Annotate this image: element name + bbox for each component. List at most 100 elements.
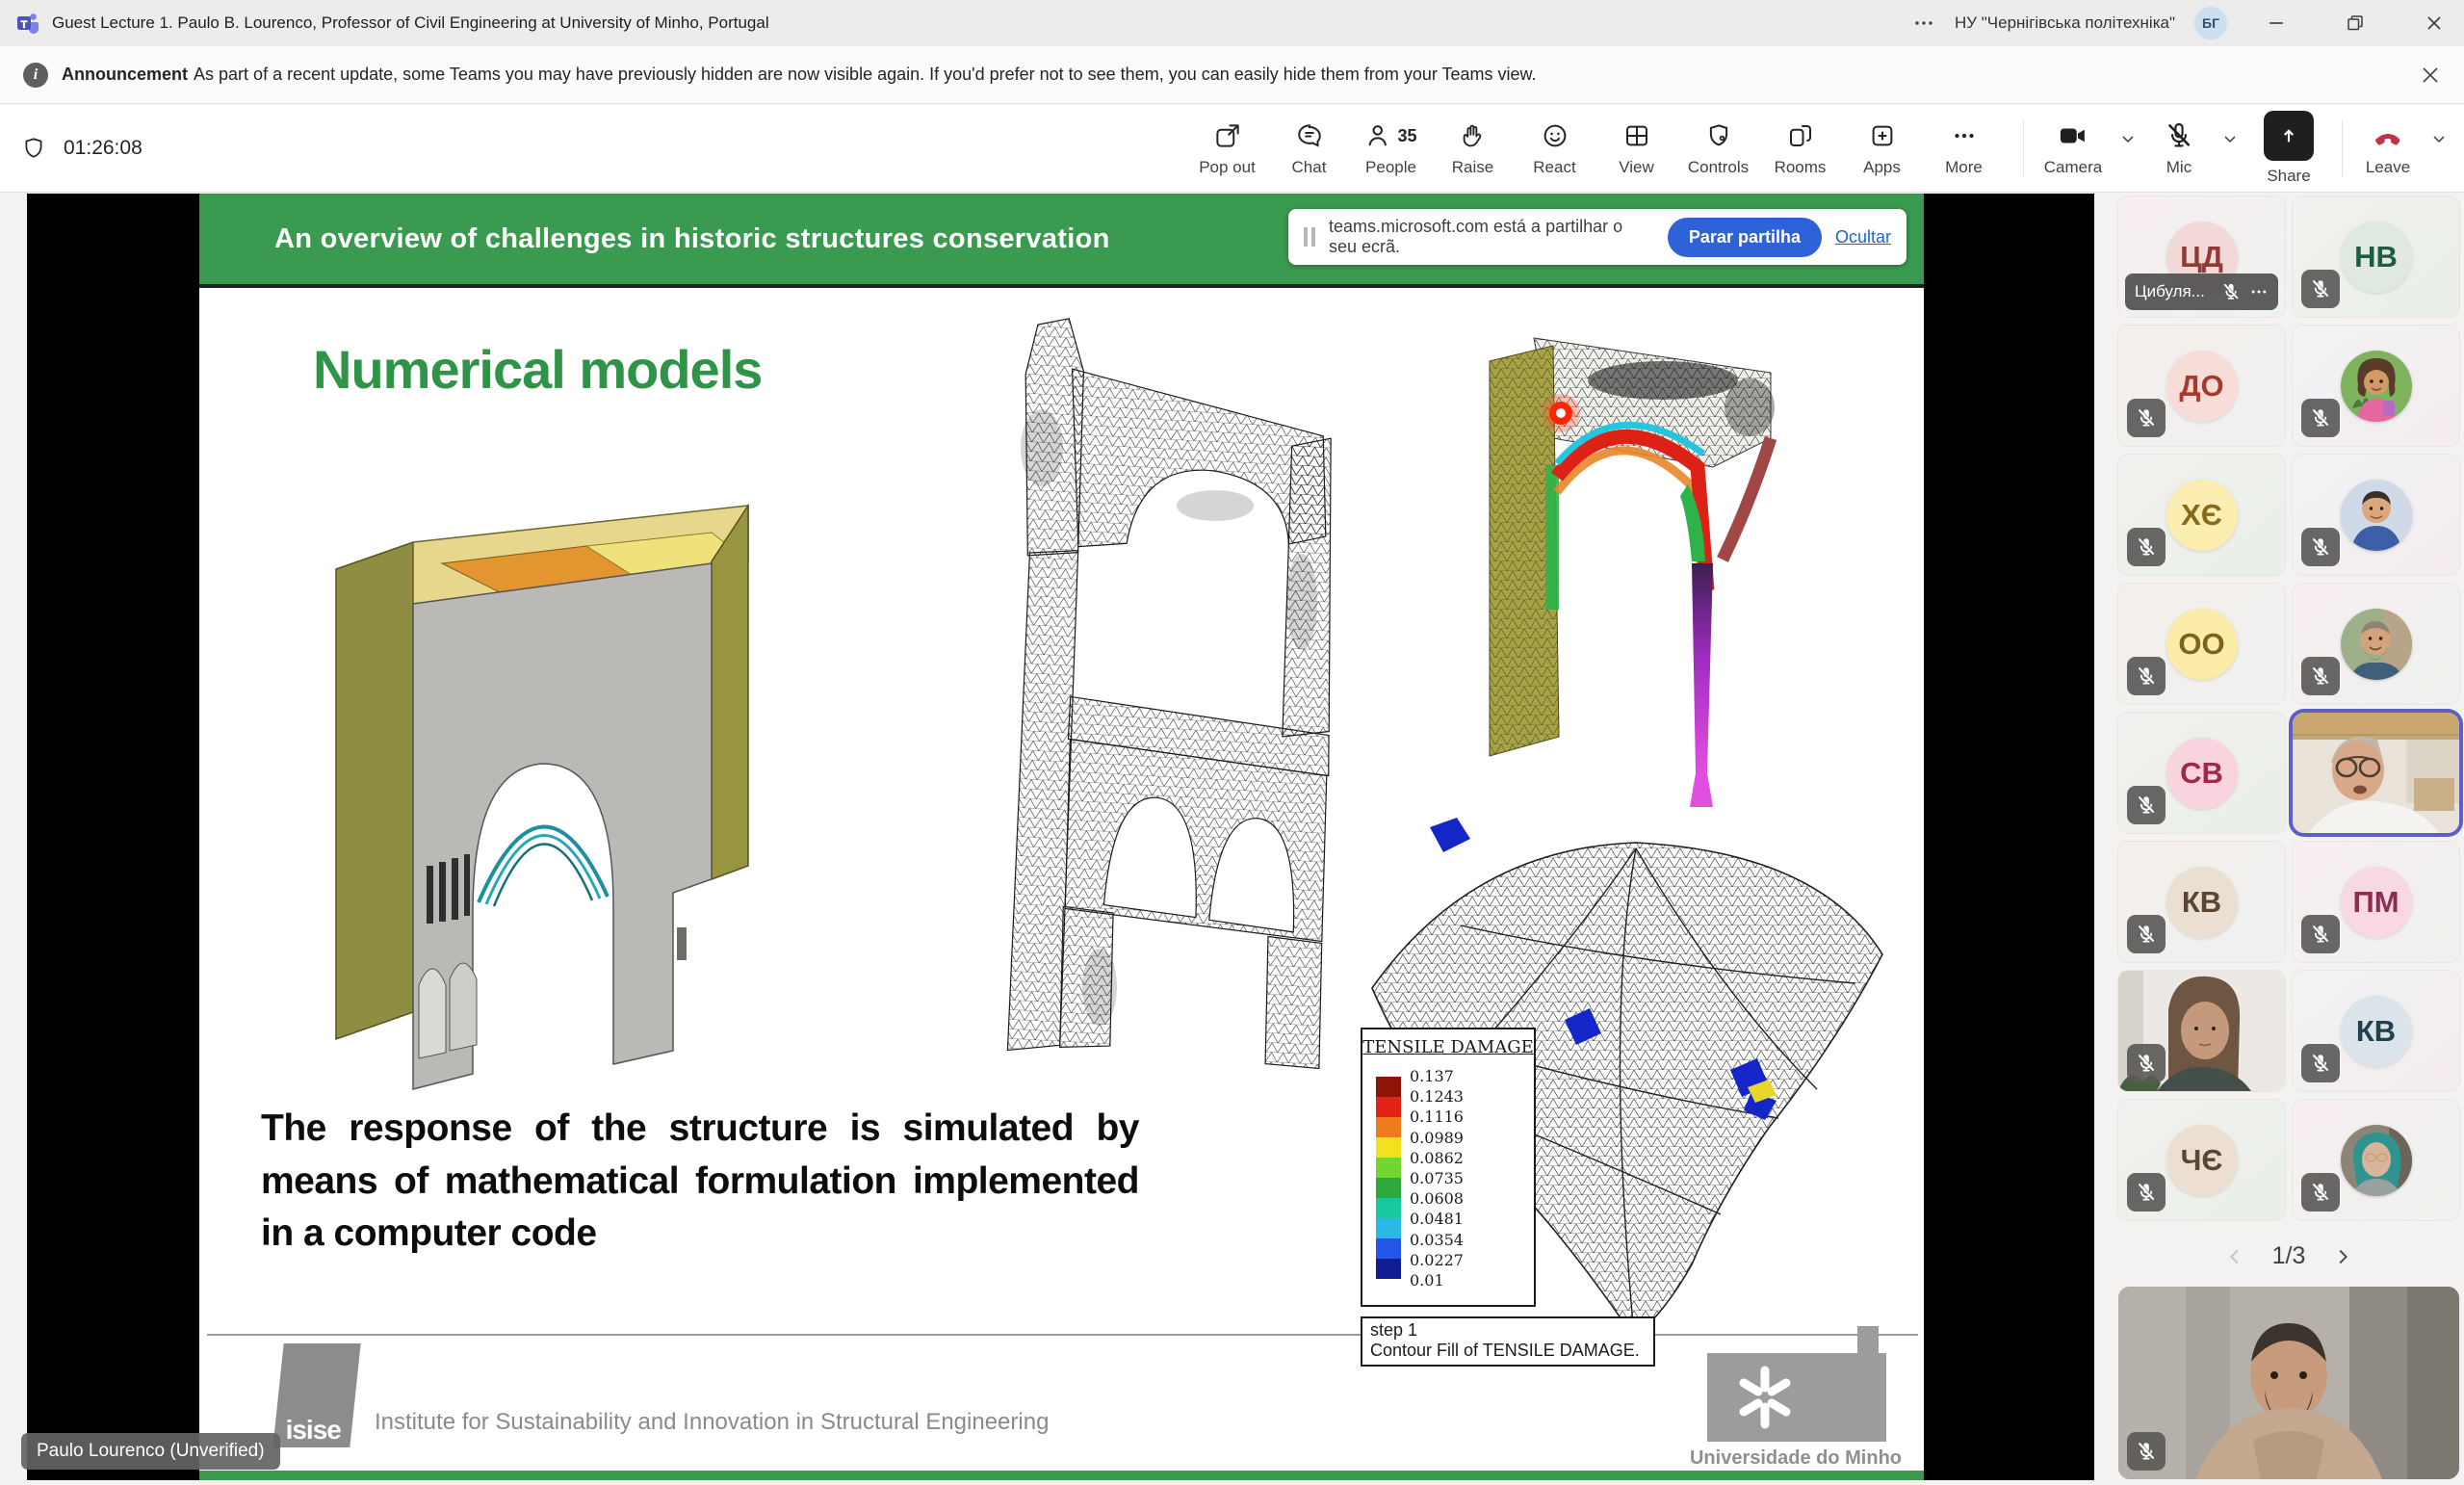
fem-stress-arch-image xyxy=(1461,321,1811,821)
announcement-text: As part of a recent update, some Teams y… xyxy=(194,65,1537,84)
page-next-chevron[interactable] xyxy=(2332,1246,2353,1267)
participant-tile[interactable] xyxy=(2293,455,2459,575)
participant-tile[interactable]: ПМ xyxy=(2293,842,2459,962)
view-button[interactable]: View xyxy=(1595,108,1677,189)
participant-tile[interactable]: ЦД Цибуля... xyxy=(2118,196,2285,317)
fem-mesh-facade-image xyxy=(926,313,1346,1074)
participant-tile[interactable]: КВ xyxy=(2118,842,2285,962)
plot-caption: step 1 Contour Fill of TENSILE DAMAGE. xyxy=(1361,1316,1655,1367)
participant-initials-avatar: ОО xyxy=(2166,609,2238,680)
leave-button[interactable]: Leave xyxy=(2354,108,2422,189)
screen-share-banner: teams.microsoft.com está a partilhar o s… xyxy=(1288,209,1906,265)
hide-banner-link[interactable]: Ocultar xyxy=(1835,227,1891,248)
controls-shield-gear-icon xyxy=(1704,119,1733,152)
tile-more-icon[interactable] xyxy=(2249,282,2269,301)
people-button[interactable]: 35 People xyxy=(1350,108,1432,189)
camera-options-chevron[interactable] xyxy=(2111,123,2145,154)
view-grid-icon xyxy=(1622,119,1651,152)
meeting-toolbar: 01:26:08 Pop out Chat xyxy=(0,105,2464,193)
participant-initials-avatar: СВ xyxy=(2166,738,2238,809)
pop-out-button[interactable]: Pop out xyxy=(1186,108,1268,189)
raise-hand-button[interactable]: Raise xyxy=(1432,108,1514,189)
drag-handle-icon[interactable] xyxy=(1304,227,1315,247)
share-button[interactable]: Share xyxy=(2247,108,2330,189)
participant-name-overlay: Цибуля... xyxy=(2125,274,2278,310)
gallery-pagination: 1/3 xyxy=(2118,1242,2459,1270)
participant-initials-avatar: КВ xyxy=(2166,867,2238,938)
more-dots-icon xyxy=(1950,119,1979,152)
participant-tile[interactable]: ХЄ xyxy=(2118,455,2285,575)
mic-off-badge xyxy=(2127,1432,2166,1471)
toolbar-divider xyxy=(2023,120,2024,176)
participant-tile[interactable]: ЧЄ xyxy=(2118,1100,2285,1220)
share-banner-text: teams.microsoft.com está a partilhar o s… xyxy=(1329,217,1654,257)
rooms-button[interactable]: Rooms xyxy=(1759,108,1841,189)
react-button[interactable]: React xyxy=(1514,108,1595,189)
mic-muted-icon xyxy=(2164,119,2194,152)
controls-button[interactable]: Controls xyxy=(1677,108,1759,189)
presentation-slide: An overview of challenges in historic st… xyxy=(199,194,1924,1480)
account-avatar[interactable]: БГ xyxy=(2194,7,2227,39)
legend-color-bar xyxy=(1376,1077,1401,1290)
organization-name[interactable]: НУ "Чернігівська політехніка" xyxy=(1955,13,2175,33)
apps-plus-icon xyxy=(1868,119,1897,152)
toolbar-divider xyxy=(2342,120,2343,176)
close-window-button[interactable] xyxy=(2404,0,2464,46)
page-previous-chevron[interactable] xyxy=(2224,1246,2245,1267)
participant-tile[interactable] xyxy=(2293,584,2459,704)
mic-off-badge xyxy=(2127,786,2166,824)
mic-button[interactable]: Mic xyxy=(2145,108,2213,189)
legend-values: 0.1370.1243 0.11160.0989 0.08620.0735 0.… xyxy=(1410,1067,1464,1290)
participant-tile[interactable]: СВ xyxy=(2118,713,2285,833)
teams-app-icon xyxy=(15,11,40,36)
uminho-label: Universidade do Minho xyxy=(1671,1447,1921,1470)
mic-off-badge xyxy=(2301,528,2340,566)
camera-button[interactable]: Camera xyxy=(2036,108,2111,189)
mic-off-badge xyxy=(2301,915,2340,953)
participant-tile[interactable] xyxy=(2293,1100,2459,1220)
leave-options-chevron[interactable] xyxy=(2422,123,2456,154)
rooms-icon xyxy=(1786,119,1815,152)
participant-tile[interactable] xyxy=(2293,326,2459,446)
participant-tile[interactable]: ДО xyxy=(2118,326,2285,446)
minimize-button[interactable] xyxy=(2246,0,2306,46)
bearded-man-avatar xyxy=(2341,609,2412,680)
meeting-timer: 01:26:08 xyxy=(21,105,143,192)
window-title: Guest Lecture 1. Paulo B. Lourenco, Prof… xyxy=(52,13,769,33)
mic-options-chevron[interactable] xyxy=(2213,123,2247,154)
institute-footer-text: Institute for Sustainability and Innovat… xyxy=(375,1409,1049,1436)
self-view-tile[interactable] xyxy=(2118,1287,2459,1479)
participant-tile[interactable]: НВ xyxy=(2293,196,2459,317)
presenter-name-label: Paulo Lourenco (Unverified) xyxy=(21,1433,280,1470)
participants-sidebar: ЦД Цибуля... НВ ДО xyxy=(2118,196,2459,1485)
apps-button[interactable]: Apps xyxy=(1841,108,1923,189)
announcement-close-icon[interactable] xyxy=(2420,65,2441,86)
mic-off-badge xyxy=(2127,657,2166,695)
shared-screen-stage: An overview of challenges in historic st… xyxy=(27,194,2094,1480)
chat-icon xyxy=(1295,119,1324,152)
announcement-banner: i Announcement As part of a recent updat… xyxy=(0,46,2464,104)
people-icon xyxy=(1364,121,1393,150)
mic-off-badge xyxy=(2127,1173,2166,1211)
raise-hand-icon xyxy=(1459,119,1488,152)
titlebar-more-icon[interactable] xyxy=(1912,12,1935,35)
mic-off-badge xyxy=(2301,1044,2340,1082)
man-portrait-avatar xyxy=(2341,480,2412,551)
participant-initials-avatar: КВ xyxy=(2341,996,2412,1067)
active-speaker-tile[interactable] xyxy=(2293,713,2459,833)
restore-button[interactable] xyxy=(2325,0,2385,46)
participant-initials-avatar: ПМ xyxy=(2341,867,2412,938)
participant-name: Цибуля... xyxy=(2135,282,2213,301)
participant-tile[interactable]: ОО xyxy=(2118,584,2285,704)
mic-off-badge xyxy=(2127,399,2166,437)
slide-body-text: The response of the structure is simulat… xyxy=(261,1103,1139,1261)
chat-button[interactable]: Chat xyxy=(1268,108,1350,189)
share-icon xyxy=(2264,111,2314,161)
info-icon: i xyxy=(23,63,48,88)
isise-logo: isise xyxy=(272,1343,360,1447)
participant-initials-avatar: ЧЄ xyxy=(2166,1125,2238,1196)
participant-tile[interactable]: КВ xyxy=(2293,971,2459,1091)
stop-sharing-button[interactable]: Parar partilha xyxy=(1668,218,1822,257)
more-button[interactable]: More xyxy=(1923,108,2005,189)
participant-video-tile[interactable] xyxy=(2118,971,2285,1091)
